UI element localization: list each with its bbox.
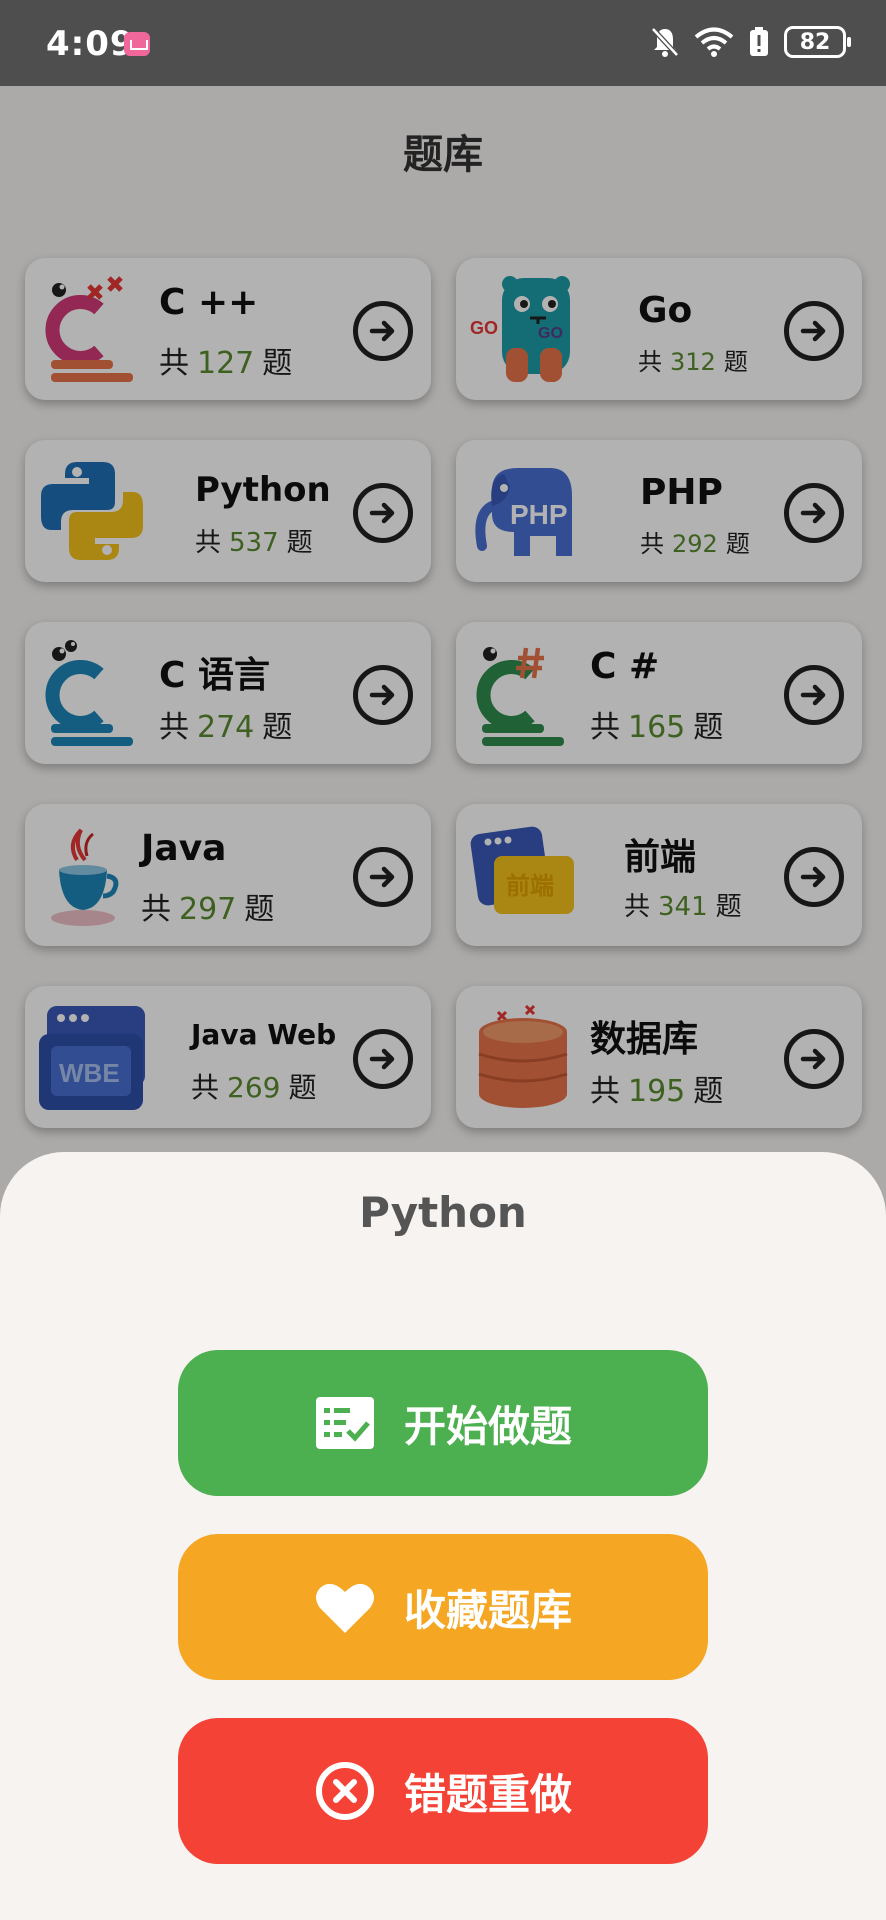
checklist-icon (314, 1392, 376, 1454)
close-circle-icon (314, 1760, 376, 1822)
notification-app-icon (124, 32, 150, 56)
status-icons: 82 (650, 26, 851, 58)
favorite-bank-label: 收藏题库 (403, 1585, 572, 1635)
wifi-icon (694, 27, 734, 57)
sheet-title: Python (359, 1188, 527, 1237)
mute-bell-icon (651, 27, 679, 57)
start-quiz-button[interactable]: 开始做题 (178, 1350, 708, 1496)
heart-icon (314, 1576, 376, 1638)
battery-alert-icon (750, 27, 768, 56)
favorite-bank-button[interactable]: 收藏题库 (178, 1534, 708, 1680)
status-bar: 4:09 82 (0, 0, 886, 86)
redo-wrong-label: 错题重做 (403, 1769, 572, 1819)
status-time: 4:09 (46, 24, 135, 64)
battery-level: 82 (784, 26, 851, 58)
start-quiz-label: 开始做题 (403, 1401, 572, 1451)
redo-wrong-button[interactable]: 错题重做 (178, 1718, 708, 1864)
bank-action-sheet: Python 开始做题 收藏题库 错题重做 (0, 1152, 886, 1920)
